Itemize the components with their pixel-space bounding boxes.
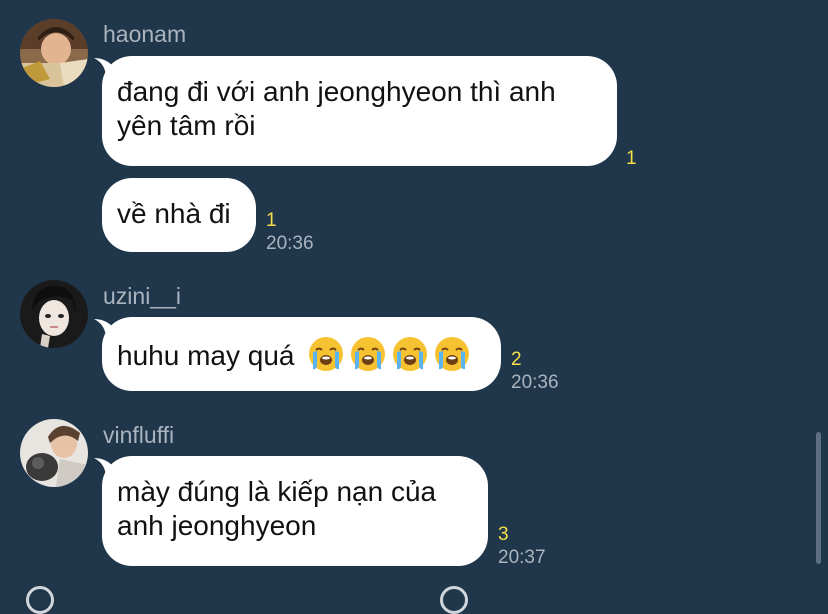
username-haonam: haonam	[103, 21, 187, 47]
crying-face-emoji-icon	[308, 336, 344, 372]
message-bubble[interactable]: huhu may quá	[102, 317, 501, 391]
scrollbar[interactable]	[816, 432, 821, 564]
read-count: 1	[266, 210, 277, 231]
next-avatar-icon	[26, 586, 54, 614]
timestamp: 20:36	[266, 233, 314, 254]
message-text: về nhà đi	[117, 198, 231, 229]
avatar-vinfluffi[interactable]	[20, 419, 88, 487]
message-bubble[interactable]: đang đi với anh jeonghyeon thì anh yên t…	[102, 56, 617, 166]
timestamp: 20:36	[511, 372, 559, 393]
read-count: 3	[498, 524, 509, 545]
crying-face-emoji-icon	[350, 336, 386, 372]
crying-face-emoji-icon	[392, 336, 428, 372]
emoji-row	[294, 337, 470, 371]
crying-face-emoji-icon	[434, 336, 470, 372]
timestamp: 20:37	[498, 547, 546, 568]
avatar-haonam[interactable]	[20, 19, 88, 87]
message-text: đang đi với anh jeonghyeon thì anh yên t…	[117, 76, 556, 141]
next-avatar-icon	[440, 586, 468, 614]
message-bubble[interactable]: mày đúng là kiếp nạn của anh jeonghyeon	[102, 456, 488, 566]
avatar-uzini[interactable]	[20, 280, 88, 348]
read-count: 2	[511, 349, 522, 370]
read-count: 1	[626, 148, 637, 169]
message-text: mày đúng là kiếp nạn của anh jeonghyeon	[117, 476, 437, 541]
message-bubble[interactable]: về nhà đi	[102, 178, 256, 252]
message-text: huhu may quá	[117, 340, 295, 371]
username-uzini: uzini__i	[103, 283, 181, 309]
username-vinfluffi: vinfluffi	[103, 422, 175, 448]
